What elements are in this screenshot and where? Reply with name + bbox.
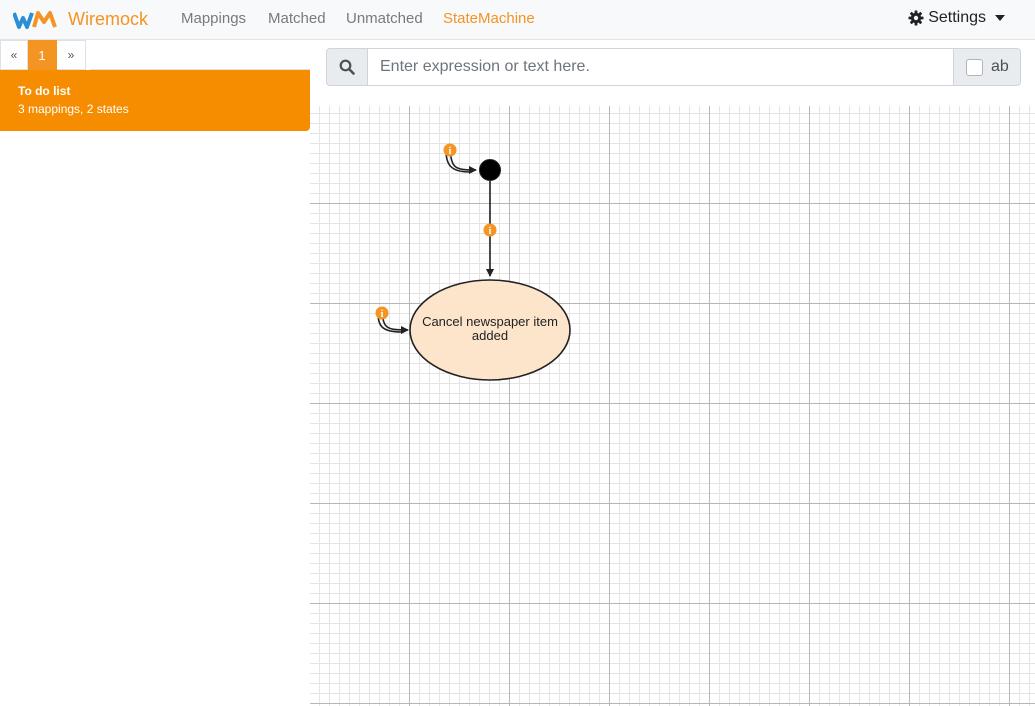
navbar: Wiremock Mappings Matched Unmatched Stat… <box>0 0 1035 40</box>
search-input[interactable] <box>368 48 953 86</box>
case-sensitive-label: ab <box>991 58 1009 75</box>
case-sensitive-checkbox[interactable] <box>966 58 983 76</box>
gear-icon <box>908 10 924 26</box>
brand-name: Wiremock <box>68 9 148 29</box>
sidebar: « 1 » To do list 3 mappings, 2 states <box>0 40 310 706</box>
brand[interactable]: Wiremock <box>13 8 148 32</box>
initial-state-node[interactable] <box>479 159 501 181</box>
nav-mappings[interactable]: Mappings <box>181 10 246 27</box>
scenario-item[interactable]: To do list 3 mappings, 2 states <box>0 70 310 131</box>
nav-statemachine[interactable]: StateMachine <box>443 10 535 27</box>
svg-text:i: i <box>381 309 384 320</box>
scenario-name: To do list <box>18 84 71 98</box>
state-diagram: i i i <box>375 143 571 381</box>
pager-page-1[interactable]: 1 <box>28 40 57 70</box>
state-diagram-canvas[interactable]: i i i Cancel newspaper item added <box>310 106 1035 706</box>
settings-label: Settings <box>928 9 986 26</box>
wiremock-logo <box>13 11 57 29</box>
caret-down-icon <box>995 15 1005 21</box>
pager-prev[interactable]: « <box>0 40 28 70</box>
state-label: Cancel newspaper item added <box>422 314 558 343</box>
scenario-summary: 3 mappings, 2 states <box>18 102 129 116</box>
search-icon <box>339 59 355 75</box>
case-sensitive-toggle[interactable]: ab <box>953 48 1021 86</box>
svg-text:i: i <box>449 146 452 157</box>
pagination: « 1 » <box>0 40 86 70</box>
search-bar: ab <box>326 48 1021 86</box>
settings-dropdown[interactable]: Settings <box>908 9 1005 27</box>
nav-matched[interactable]: Matched <box>268 10 326 27</box>
svg-text:i: i <box>489 226 492 237</box>
nav-unmatched[interactable]: Unmatched <box>346 10 423 27</box>
pager-next[interactable]: » <box>57 40 86 70</box>
search-button[interactable] <box>326 48 368 86</box>
